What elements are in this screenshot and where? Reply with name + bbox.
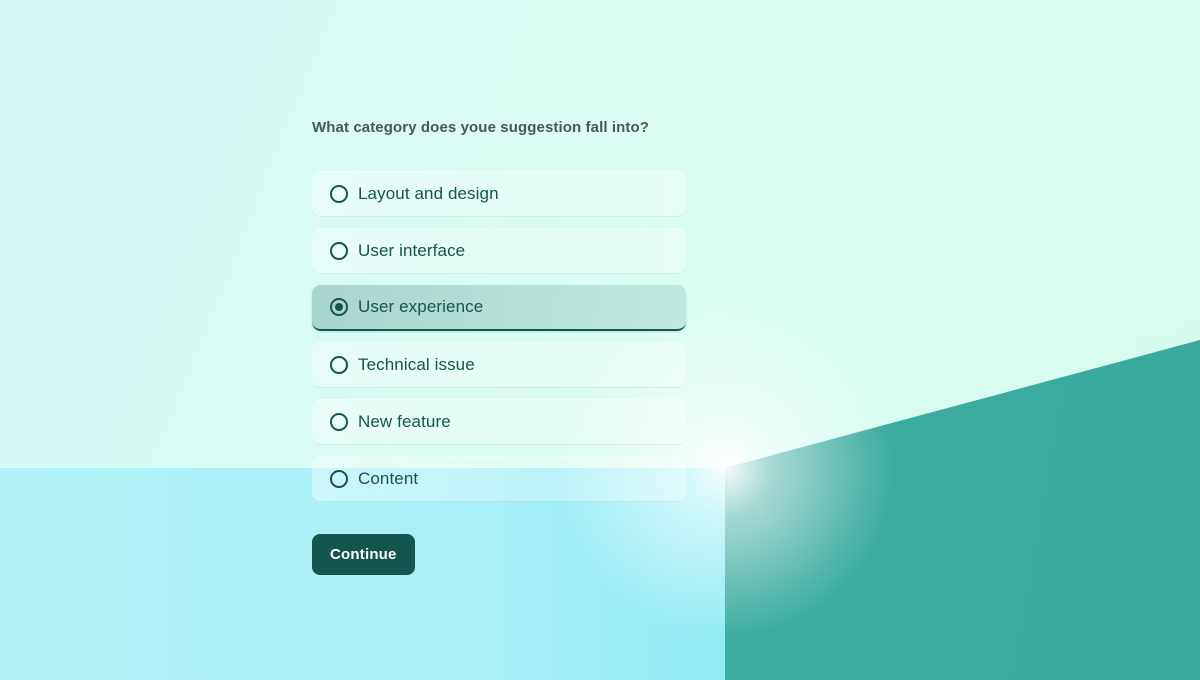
radio-unselected-icon[interactable] (330, 355, 348, 374)
radio-unselected-icon[interactable] (330, 469, 348, 488)
radio-unselected-icon[interactable] (330, 241, 348, 260)
option-label: Layout and design (358, 183, 499, 203)
option-row[interactable]: New feature (312, 399, 686, 445)
option-label: User interface (358, 240, 466, 260)
option-row[interactable]: Technical issue (312, 342, 686, 388)
option-row[interactable]: User experience (312, 285, 686, 331)
category-question-form: What category does youe suggestion fall … (312, 118, 686, 575)
page-title: What category does youe suggestion fall … (312, 119, 650, 136)
option-label: Content (358, 468, 419, 488)
radio-selected-icon[interactable] (330, 298, 348, 316)
option-row[interactable]: User interface (312, 228, 686, 274)
option-row[interactable]: Content (312, 456, 686, 502)
radio-unselected-icon[interactable] (330, 184, 348, 203)
option-label: User experience (358, 297, 484, 316)
continue-button[interactable]: Continue (312, 534, 415, 575)
radio-group-category: Layout and design User interface User expe… (312, 171, 686, 502)
option-label: New feature (358, 411, 451, 431)
option-label: Technical issue (358, 354, 475, 374)
option-row[interactable]: Layout and design (312, 171, 686, 217)
screen-root: What category does youe suggestion fall … (0, 0, 1200, 680)
radio-unselected-icon[interactable] (330, 412, 348, 431)
